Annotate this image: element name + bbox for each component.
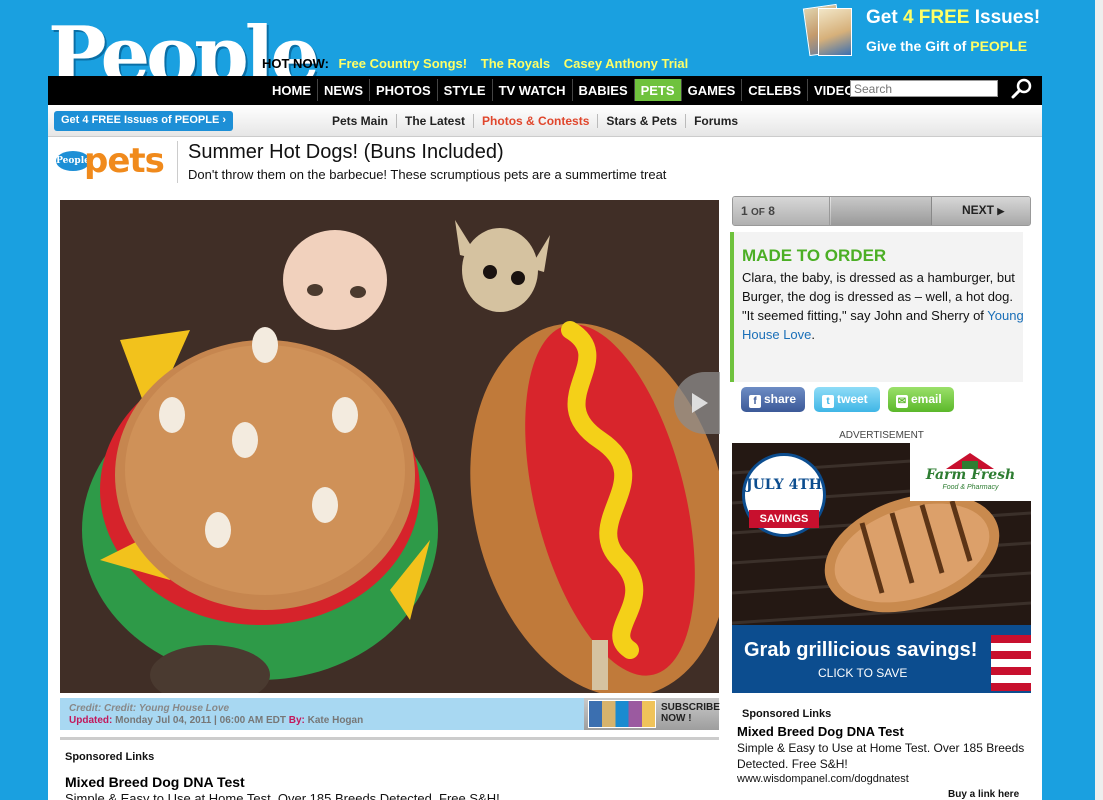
subnav-pets-main[interactable]: Pets Main <box>324 114 396 128</box>
subnav-the-latest[interactable]: The Latest <box>396 114 473 128</box>
nav-home[interactable]: HOME <box>266 79 317 101</box>
search-input[interactable] <box>850 80 998 97</box>
gallery-photo[interactable] <box>60 200 719 693</box>
sponsored-link-title[interactable]: Mixed Breed Dog DNA Test <box>737 724 904 739</box>
share-bar: f share t tweet ✉ email <box>730 384 1031 418</box>
sponsored-links: Sponsored Links Mixed Breed Dog DNA Test… <box>60 737 719 800</box>
subscription-promo[interactable]: Get 4 FREE Issues! Give the Gift of PEOP… <box>802 3 1042 60</box>
advertisement-label: ADVERTISEMENT <box>839 430 924 441</box>
sponsored-link-title[interactable]: Mixed Breed Dog DNA Test <box>65 774 245 790</box>
sponsored-links-sidebar: Sponsored Links Mixed Breed Dog DNA Test… <box>732 703 1031 800</box>
caption-heading: MADE TO ORDER <box>742 246 887 265</box>
facebook-share-button[interactable]: f share <box>741 387 805 412</box>
page-subtitle: Don't throw them on the barbecue! These … <box>188 167 667 182</box>
nav-tv-watch[interactable]: TV WATCH <box>491 79 572 101</box>
people-pets-logo[interactable]: People pets <box>54 141 172 183</box>
pager-spacer <box>831 197 931 225</box>
slide-counter: 1 OF 8 <box>733 197 830 225</box>
window-scrollbar[interactable] <box>1095 0 1103 800</box>
nav-pets[interactable]: PETS <box>633 79 681 101</box>
magazine-covers-image <box>588 700 656 728</box>
nav-photos[interactable]: PHOTOS <box>369 79 437 101</box>
content-area: People pets Summer Hot Dogs! (Buns Inclu… <box>48 137 1042 800</box>
photo-caption: MADE TO ORDER Clara, the baby, is dresse… <box>730 232 1024 382</box>
facebook-icon: f <box>749 395 761 408</box>
free-issues-button[interactable]: Get 4 FREE Issues of PEOPLE › <box>54 111 234 131</box>
sponsored-heading: Sponsored Links <box>742 708 832 720</box>
tweet-button[interactable]: t tweet <box>814 387 880 412</box>
subnav-photos-contests[interactable]: Photos & Contests <box>473 114 597 128</box>
email-button[interactable]: ✉ email <box>888 387 954 412</box>
farm-fresh-logo: Farm Fresh Food & Pharmacy <box>910 443 1031 501</box>
nav-style[interactable]: STYLE <box>436 79 492 101</box>
page-title: Summer Hot Dogs! (Buns Included) <box>188 141 504 163</box>
promo-headline: Get 4 FREE Issues! <box>866 7 1041 28</box>
photo-credit: Credit: Credit: Young House Love <box>69 703 230 714</box>
nav-celebs[interactable]: CELEBS <box>741 79 807 101</box>
gallery-pager: 1 OF 8 NEXT ▶ <box>732 196 1031 226</box>
hot-now-label: HOT NOW: <box>262 56 329 71</box>
farm-fresh-ad[interactable]: JULY 4TH SAVINGS Farm Fresh Food & Pharm… <box>732 443 1031 693</box>
caption-body: Clara, the baby, is dressed as a hamburg… <box>742 270 1024 342</box>
hot-now-link-country-songs[interactable]: Free Country Songs! <box>339 56 468 71</box>
magazine-covers-image <box>802 3 854 58</box>
sponsored-heading: Sponsored Links <box>65 751 155 763</box>
sub-nav: Get 4 FREE Issues of PEOPLE › Pets Main … <box>48 105 1042 137</box>
divider <box>177 141 178 183</box>
subnav-stars-pets[interactable]: Stars & Pets <box>597 114 685 128</box>
hot-now-link-casey-anthony[interactable]: Casey Anthony Trial <box>564 56 689 71</box>
nav-games[interactable]: GAMES <box>680 79 742 101</box>
photo-credit-bar: Credit: Credit: Young House Love Updated… <box>60 698 720 730</box>
nav-babies[interactable]: BABIES <box>571 79 634 101</box>
twitter-icon: t <box>822 395 834 408</box>
promo-subline: Give the Gift of PEOPLE <box>866 38 1028 54</box>
search-icon[interactable] <box>1010 78 1034 100</box>
envelope-icon: ✉ <box>896 395 908 408</box>
ad-tagline: Grab grillicious savings! CLICK TO SAVE <box>732 625 1031 693</box>
july-4th-badge: JULY 4TH SAVINGS <box>742 453 826 537</box>
subscribe-now-banner[interactable]: SUBSCRIBE NOW ! <box>584 698 720 730</box>
sponsored-link-desc: Simple & Easy to Use at Home Test. Over … <box>737 741 1025 771</box>
hot-now-bar: HOT NOW: Free Country Songs! The Royals … <box>262 56 698 71</box>
next-button[interactable]: NEXT ▶ <box>931 197 1030 225</box>
subnav-forums[interactable]: Forums <box>685 114 746 128</box>
buy-link[interactable]: Buy a link here <box>948 789 1019 800</box>
sponsored-link-url[interactable]: www.wisdompanel.com/dogdnatest <box>737 773 909 785</box>
main-nav: HOME NEWS PHOTOS STYLE TV WATCH BABIES P… <box>48 76 1042 105</box>
photo-updated-byline: Updated: Monday Jul 04, 2011 | 06:00 AM … <box>69 715 364 726</box>
nav-news[interactable]: NEWS <box>317 79 369 101</box>
hot-now-link-royals[interactable]: The Royals <box>481 56 550 71</box>
sponsored-link-desc: Simple & Easy to Use at Home Test. Over … <box>65 791 500 800</box>
